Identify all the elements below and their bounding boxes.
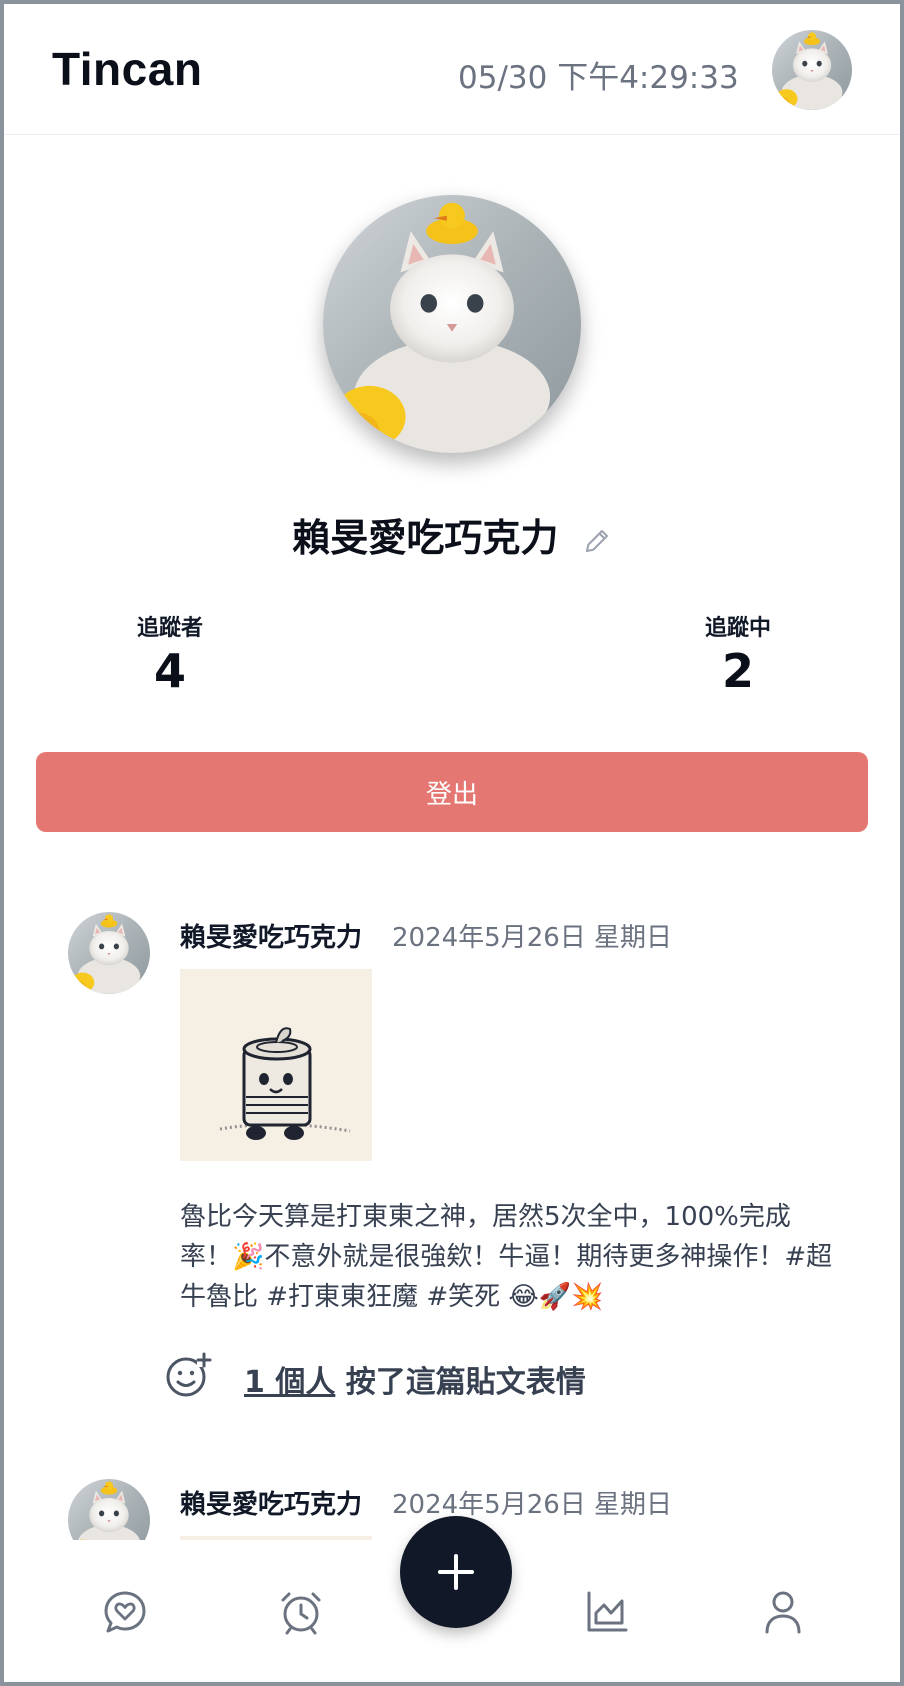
- post-date: 2024年5月26日 星期日: [392, 923, 673, 953]
- header-avatar[interactable]: [772, 30, 852, 110]
- logout-button[interactable]: 登出: [36, 752, 868, 832]
- top-header: Tincan 05/30 下午4:29:33: [4, 4, 900, 135]
- profile-icon[interactable]: [760, 1589, 806, 1635]
- post-image[interactable]: [180, 969, 372, 1161]
- profile-name-row: 賴旻愛吃巧克力: [4, 507, 900, 562]
- followers-count: 4: [153, 644, 186, 698]
- following-label: 追蹤中: [704, 616, 771, 641]
- post-author-name[interactable]: 賴旻愛吃巧克力: [180, 1484, 362, 1521]
- add-post-button[interactable]: [400, 1516, 512, 1628]
- reaction-summary: 1 個人 按了這篇貼文表情: [244, 1357, 586, 1401]
- following-stat[interactable]: 追蹤中 2: [658, 610, 818, 698]
- messages-icon[interactable]: [102, 1589, 148, 1635]
- followers-stat[interactable]: 追蹤者 4: [90, 610, 250, 698]
- pencil-edit-icon[interactable]: [582, 526, 612, 556]
- profile-name: 賴旻愛吃巧克力: [292, 516, 559, 560]
- tin-can-illustration: [180, 969, 372, 1161]
- plus-icon: [438, 1554, 474, 1590]
- post-author-name[interactable]: 賴旻愛吃巧克力: [180, 917, 362, 954]
- reaction-suffix: 按了這篇貼文表情: [335, 1365, 586, 1400]
- reaction-count-link[interactable]: 1 個人: [244, 1365, 335, 1400]
- post-date: 2024年5月26日 星期日: [392, 1490, 673, 1520]
- following-count: 2: [721, 644, 754, 698]
- datetime-display: 05/30 下午4:29:33: [458, 60, 739, 96]
- post-author-avatar[interactable]: [68, 912, 150, 994]
- followers-label: 追蹤者: [136, 616, 203, 641]
- profile-photo[interactable]: [323, 195, 581, 453]
- add-reaction-icon[interactable]: [164, 1351, 212, 1399]
- alarm-icon[interactable]: [278, 1589, 324, 1635]
- brand-logo[interactable]: Tincan: [52, 42, 202, 96]
- app-frame: Tincan 05/30 下午4:29:33 賴旻愛吃巧克力 追蹤者 4 追蹤中…: [4, 4, 900, 1682]
- stats-chart-icon[interactable]: [584, 1589, 630, 1635]
- post-body: 魯比今天算是打東東之神，居然5次全中，100%完成率！🎉不意外就是很強欸！牛逼！…: [180, 1202, 833, 1312]
